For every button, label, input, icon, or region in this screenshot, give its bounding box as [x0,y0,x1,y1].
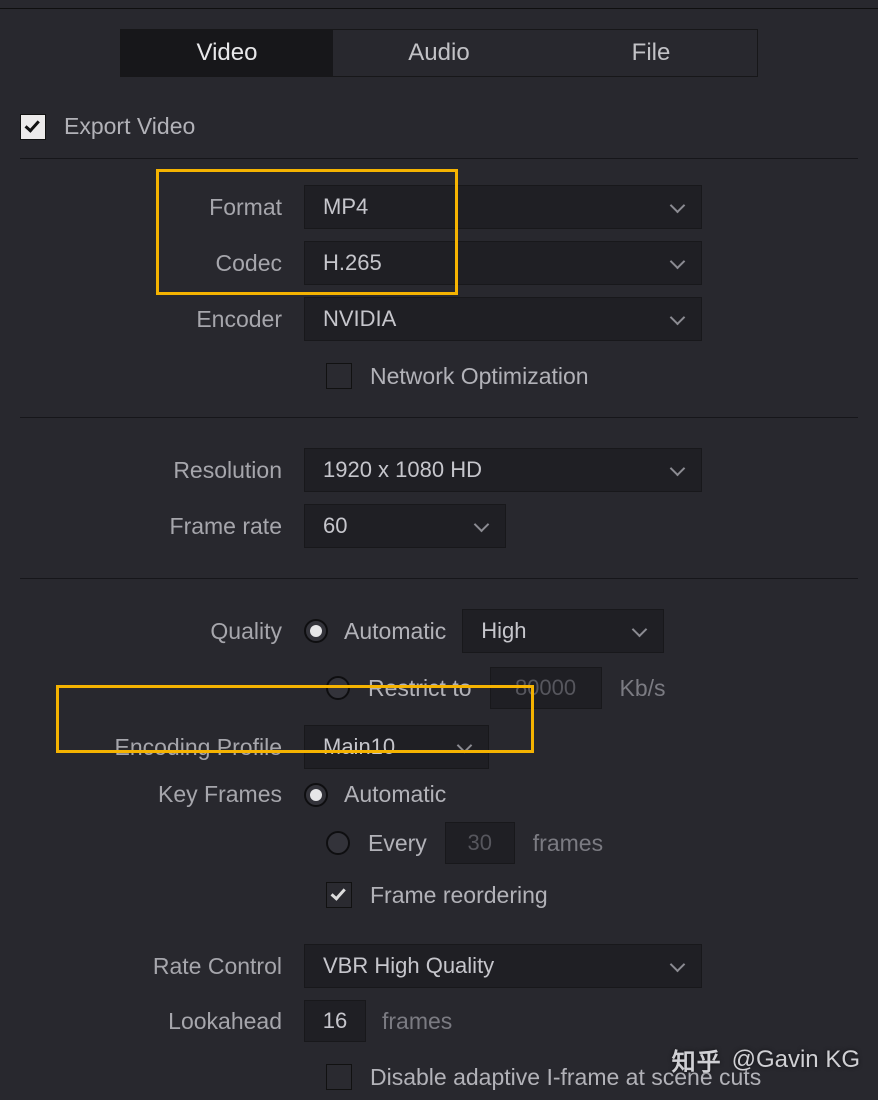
quality-restrict-label: Restrict to [368,675,472,702]
encoding-profile-value: Main10 [323,734,395,760]
keyframes-auto-radio[interactable] [304,783,328,807]
keyframes-label: Key Frames [20,781,304,808]
quality-auto-radio[interactable] [304,619,328,643]
rate-control-label: Rate Control [20,953,304,980]
frame-reordering-label: Frame reordering [370,882,548,909]
codec-value: H.265 [323,250,382,276]
network-optimization-label: Network Optimization [370,363,589,390]
watermark: 知乎 @Gavin KG [672,1042,860,1077]
chevron-down-icon [669,310,687,328]
chevron-down-icon [669,957,687,975]
chevron-down-icon [473,517,491,535]
export-video-checkbox[interactable] [20,114,46,140]
codec-select[interactable]: H.265 [304,241,702,285]
framerate-value: 60 [323,513,347,539]
bitrate-unit: Kb/s [620,675,666,702]
export-video-label: Export Video [64,113,195,140]
rate-control-value: VBR High Quality [323,953,494,979]
resolution-select[interactable]: 1920 x 1080 HD [304,448,702,492]
keyframes-count-input[interactable]: 30 [445,822,515,864]
watermark-author: @Gavin KG [732,1046,860,1074]
tabs: Video Audio File [120,29,758,77]
resolution-value: 1920 x 1080 HD [323,457,482,483]
frame-reordering-checkbox[interactable] [326,882,352,908]
encoding-profile-label: Encoding Profile [20,734,304,761]
disable-adaptive-iframe-checkbox[interactable] [326,1064,352,1090]
keyframes-auto-label: Automatic [344,781,446,808]
keyframes-every-label: Every [368,830,427,857]
quality-auto-label: Automatic [344,618,446,645]
format-value: MP4 [323,194,368,220]
encoder-select[interactable]: NVIDIA [304,297,702,341]
chevron-down-icon [631,622,649,640]
encoder-value: NVIDIA [323,306,396,332]
quality-restrict-radio[interactable] [326,676,350,700]
lookahead-input[interactable]: 16 [304,1000,366,1042]
framerate-select[interactable]: 60 [304,504,506,548]
rate-control-select[interactable]: VBR High Quality [304,944,702,988]
framerate-label: Frame rate [20,513,304,540]
tab-audio[interactable]: Audio [333,30,545,76]
quality-preset-value: High [481,618,526,644]
tab-file[interactable]: File [545,30,757,76]
codec-label: Codec [20,250,304,277]
lookahead-label: Lookahead [20,1008,304,1035]
format-label: Format [20,194,304,221]
format-select[interactable]: MP4 [304,185,702,229]
encoding-profile-select[interactable]: Main10 [304,725,489,769]
keyframes-unit: frames [533,830,603,857]
tab-video[interactable]: Video [121,30,333,76]
lookahead-unit: frames [382,1008,452,1035]
quality-preset-select[interactable]: High [462,609,664,653]
chevron-down-icon [456,738,474,756]
zhihu-logo-text: 知乎 [672,1042,722,1077]
chevron-down-icon [669,198,687,216]
bitrate-input[interactable]: 80000 [490,667,602,709]
encoder-label: Encoder [20,306,304,333]
resolution-label: Resolution [20,457,304,484]
chevron-down-icon [669,461,687,479]
keyframes-every-radio[interactable] [326,831,350,855]
network-optimization-checkbox[interactable] [326,363,352,389]
chevron-down-icon [669,254,687,272]
quality-label: Quality [20,618,304,645]
